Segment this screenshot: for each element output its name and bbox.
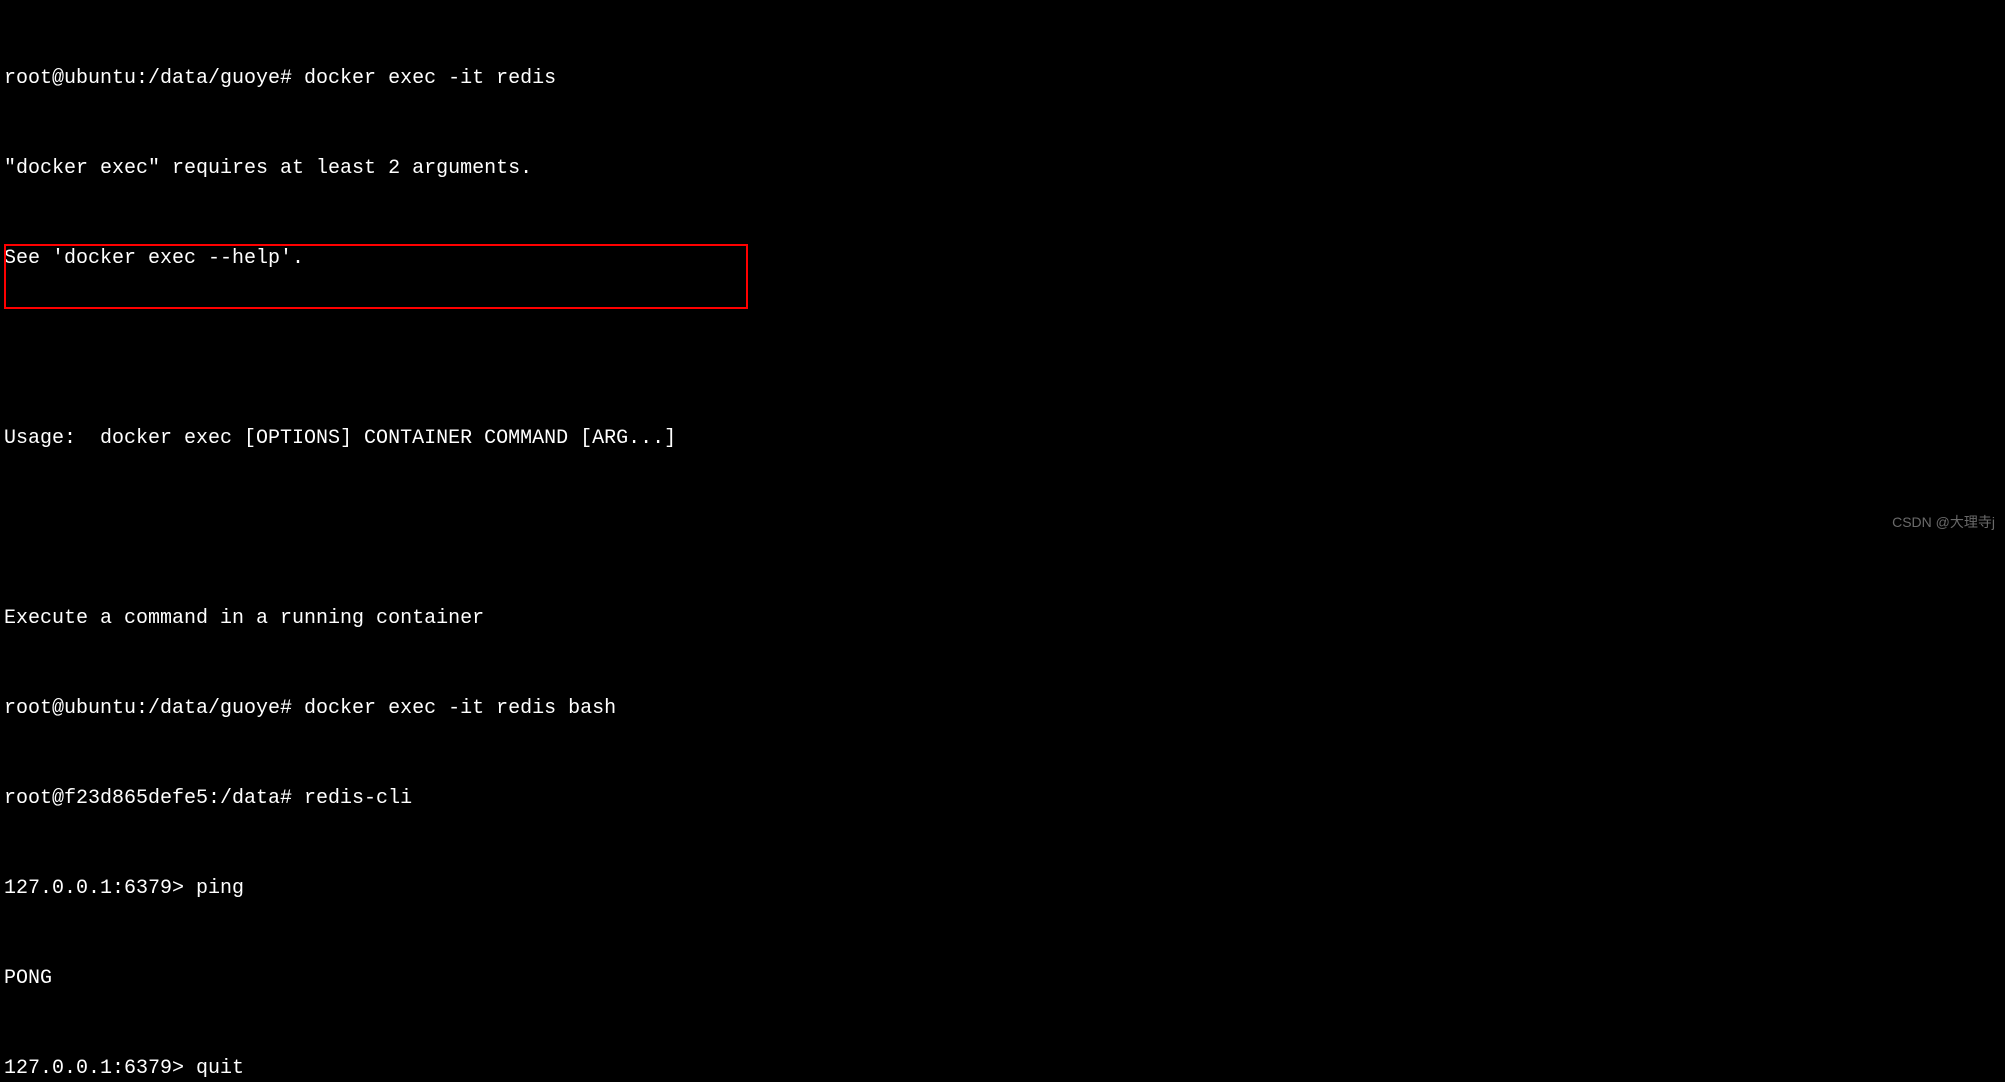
watermark-text: CSDN @大理寺j [1892,512,1995,533]
terminal-line: 127.0.0.1:6379> quit [4,1054,2001,1082]
terminal-line: root@f23d865defe5:/data# redis-cli [4,784,2001,814]
terminal-line: PONG [4,964,2001,994]
terminal-line: Execute a command in a running container [4,604,2001,634]
terminal-line: See 'docker exec --help'. [4,244,2001,274]
terminal-line: Usage: docker exec [OPTIONS] CONTAINER C… [4,424,2001,454]
terminal-output[interactable]: root@ubuntu:/data/guoye# docker exec -it… [4,4,2001,1082]
terminal-line [4,514,2001,544]
terminal-line: root@ubuntu:/data/guoye# docker exec -it… [4,64,2001,94]
terminal-line [4,334,2001,364]
terminal-line: "docker exec" requires at least 2 argume… [4,154,2001,184]
terminal-line: 127.0.0.1:6379> ping [4,874,2001,904]
terminal-line: root@ubuntu:/data/guoye# docker exec -it… [4,694,2001,724]
